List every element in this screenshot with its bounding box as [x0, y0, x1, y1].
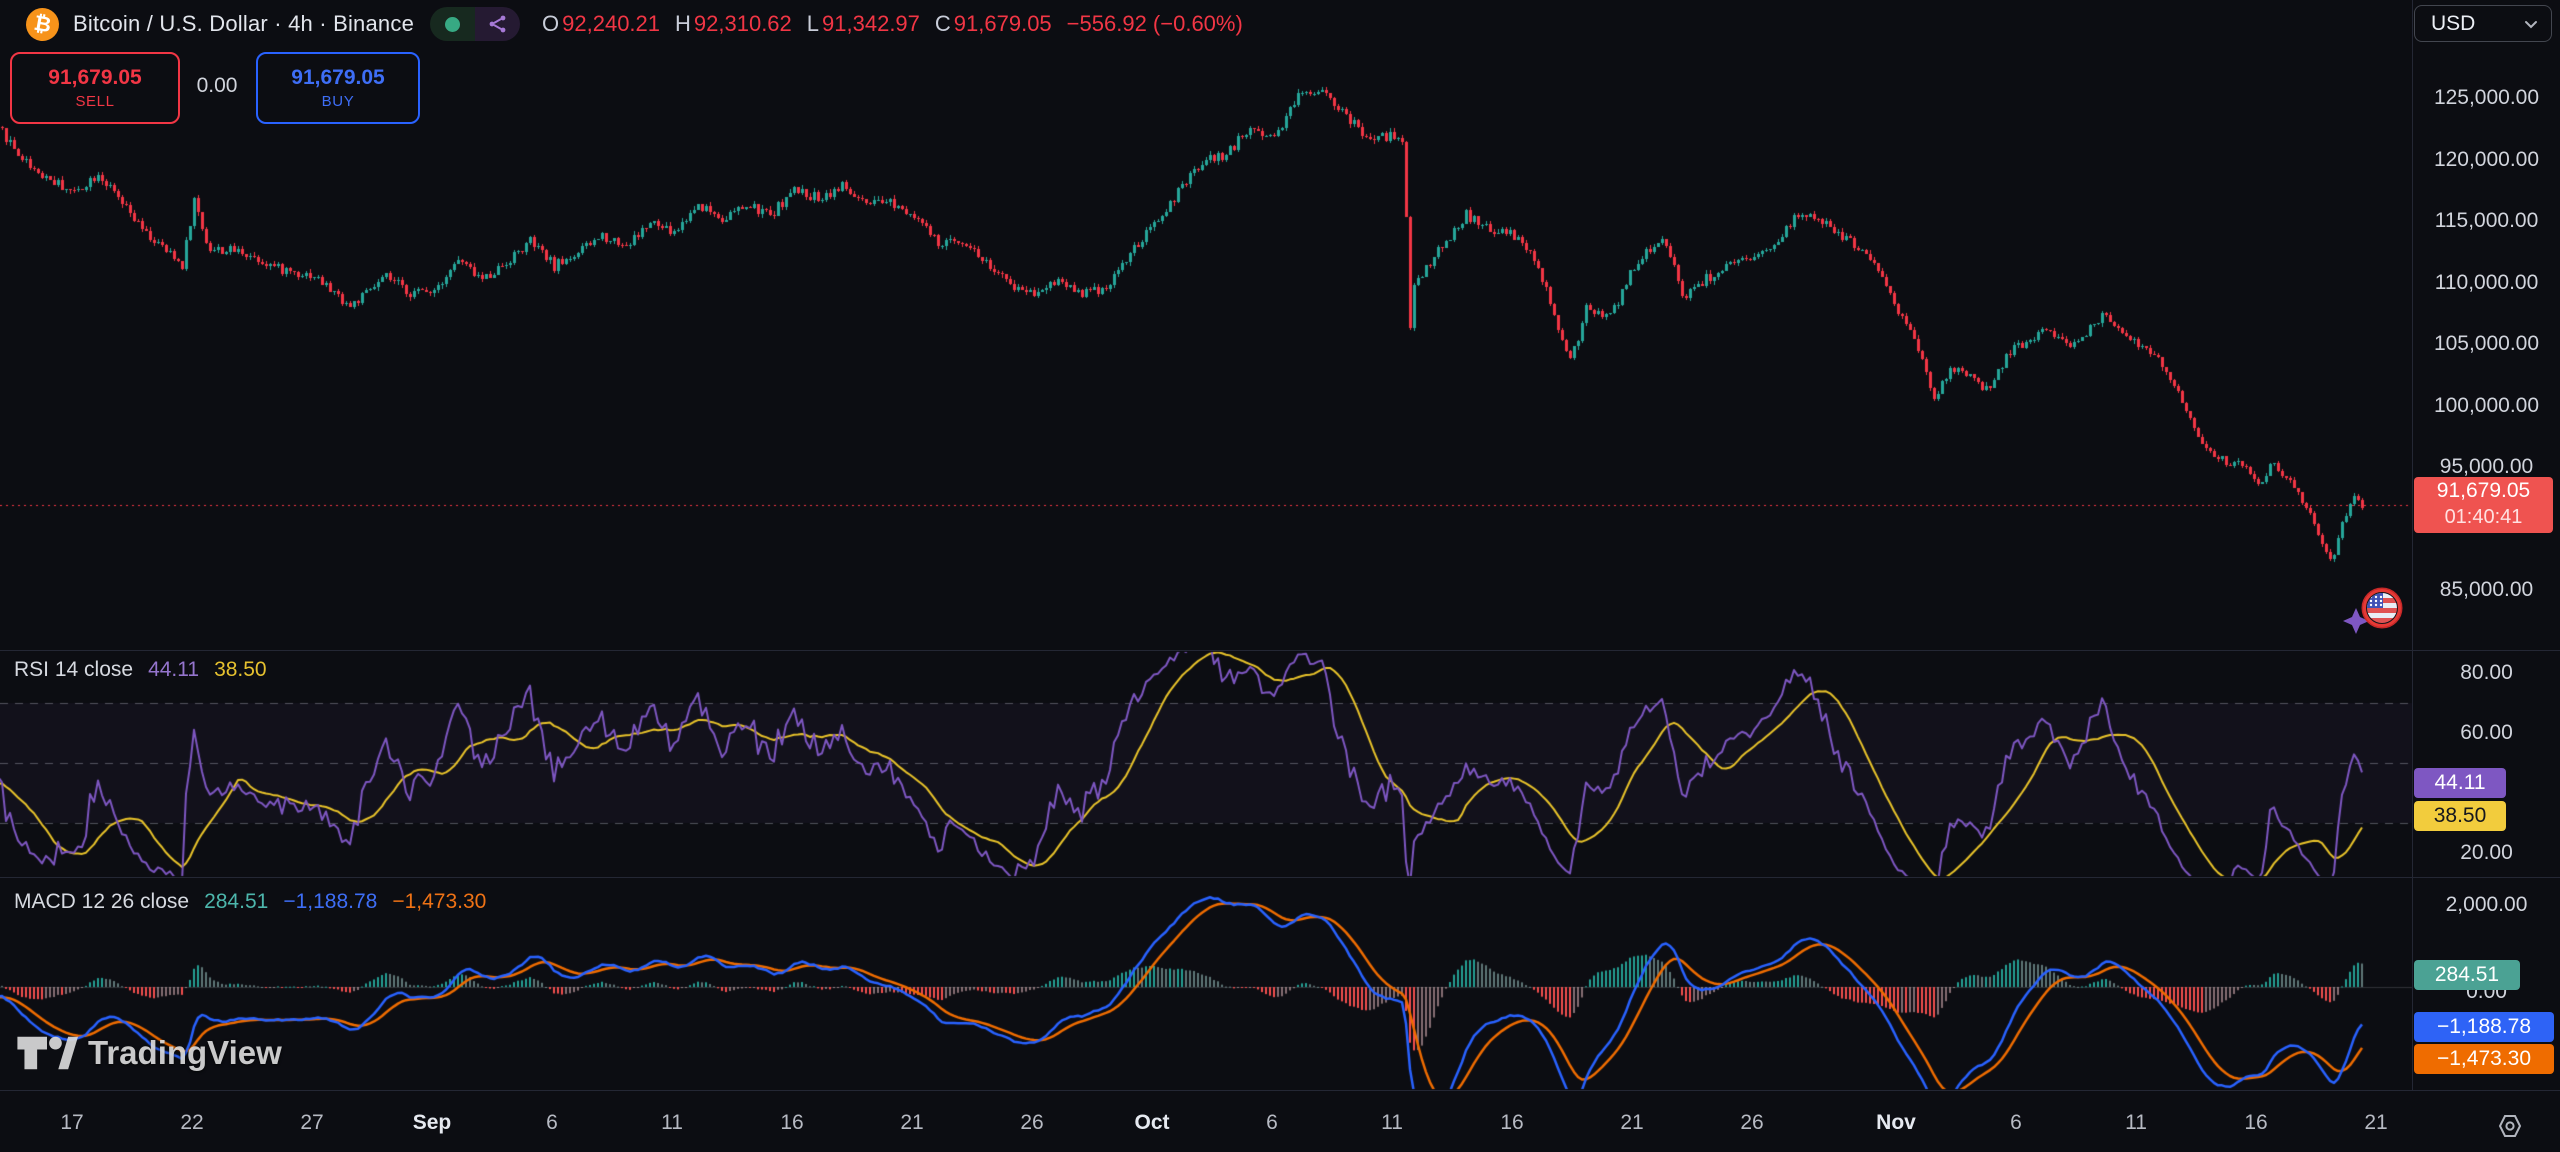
price-axis-label: 100,000.00 — [2413, 393, 2560, 419]
time-axis-label: 21 — [870, 1111, 954, 1135]
macd-line-badge: −1,188.78 — [2414, 1012, 2554, 1042]
macd-hist-value: 284.51 — [204, 890, 268, 914]
chart-plot-area[interactable] — [0, 0, 2560, 1152]
time-axis-label: 6 — [1974, 1111, 2058, 1135]
time-axis-label: Oct — [1110, 1111, 1194, 1135]
buy-price: 91,679.05 — [291, 66, 384, 90]
sell-price: 91,679.05 — [48, 66, 141, 90]
ohlc-readout: O92,240.21 H92,310.62 L91,342.97 C91,679… — [542, 11, 1243, 37]
market-status-dot-icon — [430, 7, 475, 41]
rsi-title: RSI 14 close — [14, 658, 133, 682]
high-value: 92,310.62 — [694, 11, 792, 37]
rsi-value-badge: 44.11 — [2414, 768, 2506, 798]
rsi-axis-label: 60.00 — [2413, 720, 2560, 746]
price-axis-label: 125,000.00 — [2413, 85, 2560, 111]
low-value: 91,342.97 — [822, 11, 920, 37]
share-icon[interactable] — [475, 7, 520, 41]
change-value: −556.92 (−0.60%) — [1067, 11, 1243, 37]
buy-button[interactable]: 91,679.05 BUY — [256, 52, 420, 124]
time-scale[interactable]: 17 22 27 Sep 6 11 16 21 26 Oct 6 11 16 21 26 Nov 6 11 16 21 — [0, 1091, 2560, 1152]
close-value: 91,679.05 — [954, 11, 1052, 37]
time-axis-label: 21 — [1590, 1111, 1674, 1135]
price-axis-label: 115,000.00 — [2413, 208, 2560, 234]
tradingview-chart-window: ₿ Bitcoin / U.S. Dollar · 4h · Binance O… — [0, 0, 2560, 1152]
rsi-axis-label: 80.00 — [2413, 660, 2560, 686]
time-axis-label: 26 — [1710, 1111, 1794, 1135]
rsi-ma-value: 38.50 — [214, 658, 267, 682]
time-axis-label: 16 — [750, 1111, 834, 1135]
macd-signal-badge: −1,473.30 — [2414, 1044, 2554, 1074]
pane-separator[interactable] — [0, 877, 2560, 878]
macd-hist-badge: 284.51 — [2414, 960, 2520, 990]
currency-dropdown[interactable]: USD — [2414, 5, 2552, 42]
last-price: 91,679.05 — [2414, 477, 2553, 505]
time-axis-label: 17 — [30, 1111, 114, 1135]
price-scale[interactable]: 125,000.00 120,000.00 115,000.00 110,000.00… — [2413, 0, 2560, 1090]
rsi-value: 44.11 — [148, 658, 199, 682]
price-axis-label: 105,000.00 — [2413, 331, 2560, 357]
macd-axis-label: 2,000.00 — [2413, 892, 2560, 918]
time-axis-label: Nov — [1854, 1111, 1938, 1135]
price-axis-label: 120,000.00 — [2413, 147, 2560, 173]
time-axis-label: 6 — [1230, 1111, 1314, 1135]
time-axis-label: 21 — [2334, 1111, 2418, 1135]
rsi-pane-header[interactable]: RSI 14 close 44.11 38.50 — [14, 658, 267, 682]
time-axis-label: 11 — [630, 1111, 714, 1135]
event-flag-icon[interactable] — [2340, 578, 2412, 647]
rsi-axis-label: 20.00 — [2413, 840, 2560, 866]
time-settings-icon[interactable] — [2490, 1106, 2530, 1146]
time-axis-label: Sep — [390, 1111, 474, 1135]
status-pill[interactable] — [430, 7, 520, 41]
price-axis-label: 110,000.00 — [2413, 270, 2560, 296]
time-axis-label: 11 — [2094, 1111, 2178, 1135]
time-axis-label: 6 — [510, 1111, 594, 1135]
macd-signal-value: −1,473.30 — [392, 890, 486, 914]
price-axis-label: 85,000.00 — [2413, 577, 2560, 603]
chevron-down-icon — [2523, 16, 2539, 32]
macd-title: MACD 12 26 close — [14, 890, 189, 914]
spread-value: 0.00 — [178, 52, 256, 120]
chart-header: ₿ Bitcoin / U.S. Dollar · 4h · Binance O… — [26, 4, 1243, 44]
time-axis-label: 22 — [150, 1111, 234, 1135]
tradingview-logo-icon — [16, 1030, 78, 1076]
last-price-badge: 91,679.05 01:40:41 — [2414, 477, 2553, 533]
time-axis-label: 27 — [270, 1111, 354, 1135]
time-axis-label: 16 — [2214, 1111, 2298, 1135]
time-axis-label: 16 — [1470, 1111, 1554, 1135]
tradingview-watermark: TradingView — [16, 1030, 282, 1076]
macd-line-value: −1,188.78 — [283, 890, 377, 914]
time-axis-label: 11 — [1350, 1111, 1434, 1135]
symbol-title[interactable]: Bitcoin / U.S. Dollar · 4h · Binance — [73, 11, 414, 37]
time-axis-label: 26 — [990, 1111, 1074, 1135]
open-value: 92,240.21 — [562, 11, 660, 37]
macd-pane-header[interactable]: MACD 12 26 close 284.51 −1,188.78 −1,473… — [14, 890, 486, 914]
rsi-ma-value-badge: 38.50 — [2414, 801, 2506, 831]
bitcoin-logo-icon: ₿ — [23, 5, 61, 43]
sell-button[interactable]: 91,679.05 SELL — [10, 52, 180, 124]
bar-countdown: 01:40:41 — [2414, 505, 2553, 529]
watermark-text: TradingView — [88, 1034, 282, 1072]
pane-separator[interactable] — [0, 650, 2560, 651]
